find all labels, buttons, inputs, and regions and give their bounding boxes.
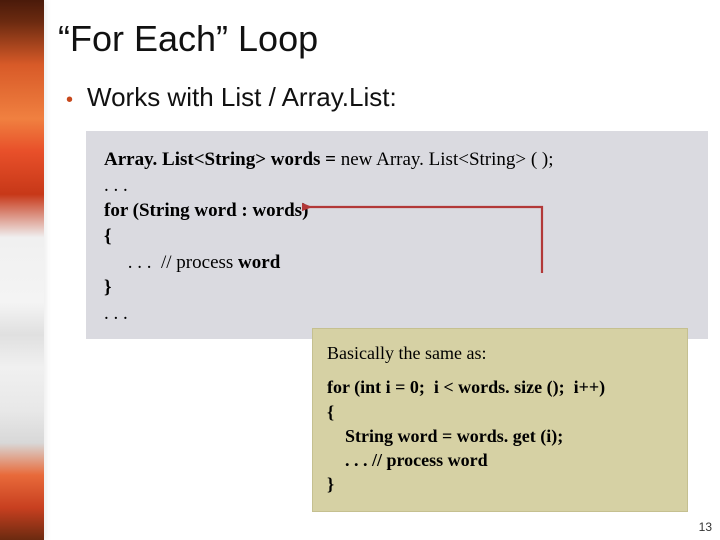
slide-content: “For Each” Loop • Works with List / Arra…	[58, 18, 710, 339]
bullet-marker: •	[66, 90, 73, 110]
explanation-text: Basically the same as:	[327, 341, 673, 365]
code-line: . . . // process word	[327, 448, 673, 472]
code-line: for (int i = 0; i < words. size (); i++)	[327, 375, 673, 399]
code-fragment: word	[238, 252, 280, 273]
code-line: . . .	[104, 173, 690, 199]
code-line: }	[104, 275, 690, 301]
code-line: . . . // process word	[104, 250, 690, 276]
code-line: String word = words. get (i);	[327, 424, 673, 448]
page-number: 13	[699, 520, 712, 534]
code-fragment: new	[341, 149, 373, 170]
slide-title: “For Each” Loop	[58, 18, 710, 60]
code-line: for (String word : words)	[104, 198, 690, 224]
code-line: Array. List<String> words = new Array. L…	[104, 147, 690, 173]
code-fragment: . . . // process	[104, 252, 238, 273]
code-line: . . .	[104, 301, 690, 327]
bullet-text: Works with List / Array.List:	[87, 82, 397, 113]
code-fragment: Array. List<String> words =	[104, 149, 341, 170]
code-block-equivalent: Basically the same as: for (int i = 0; i…	[312, 328, 688, 512]
code-block-foreach: Array. List<String> words = new Array. L…	[86, 131, 708, 339]
code-line: }	[327, 472, 673, 496]
code-line: {	[327, 400, 673, 424]
code-line: {	[104, 224, 690, 250]
code-fragment: Array. List<String> ( );	[372, 149, 553, 170]
bullet-item: • Works with List / Array.List:	[66, 82, 710, 113]
accent-stripe	[0, 0, 44, 540]
